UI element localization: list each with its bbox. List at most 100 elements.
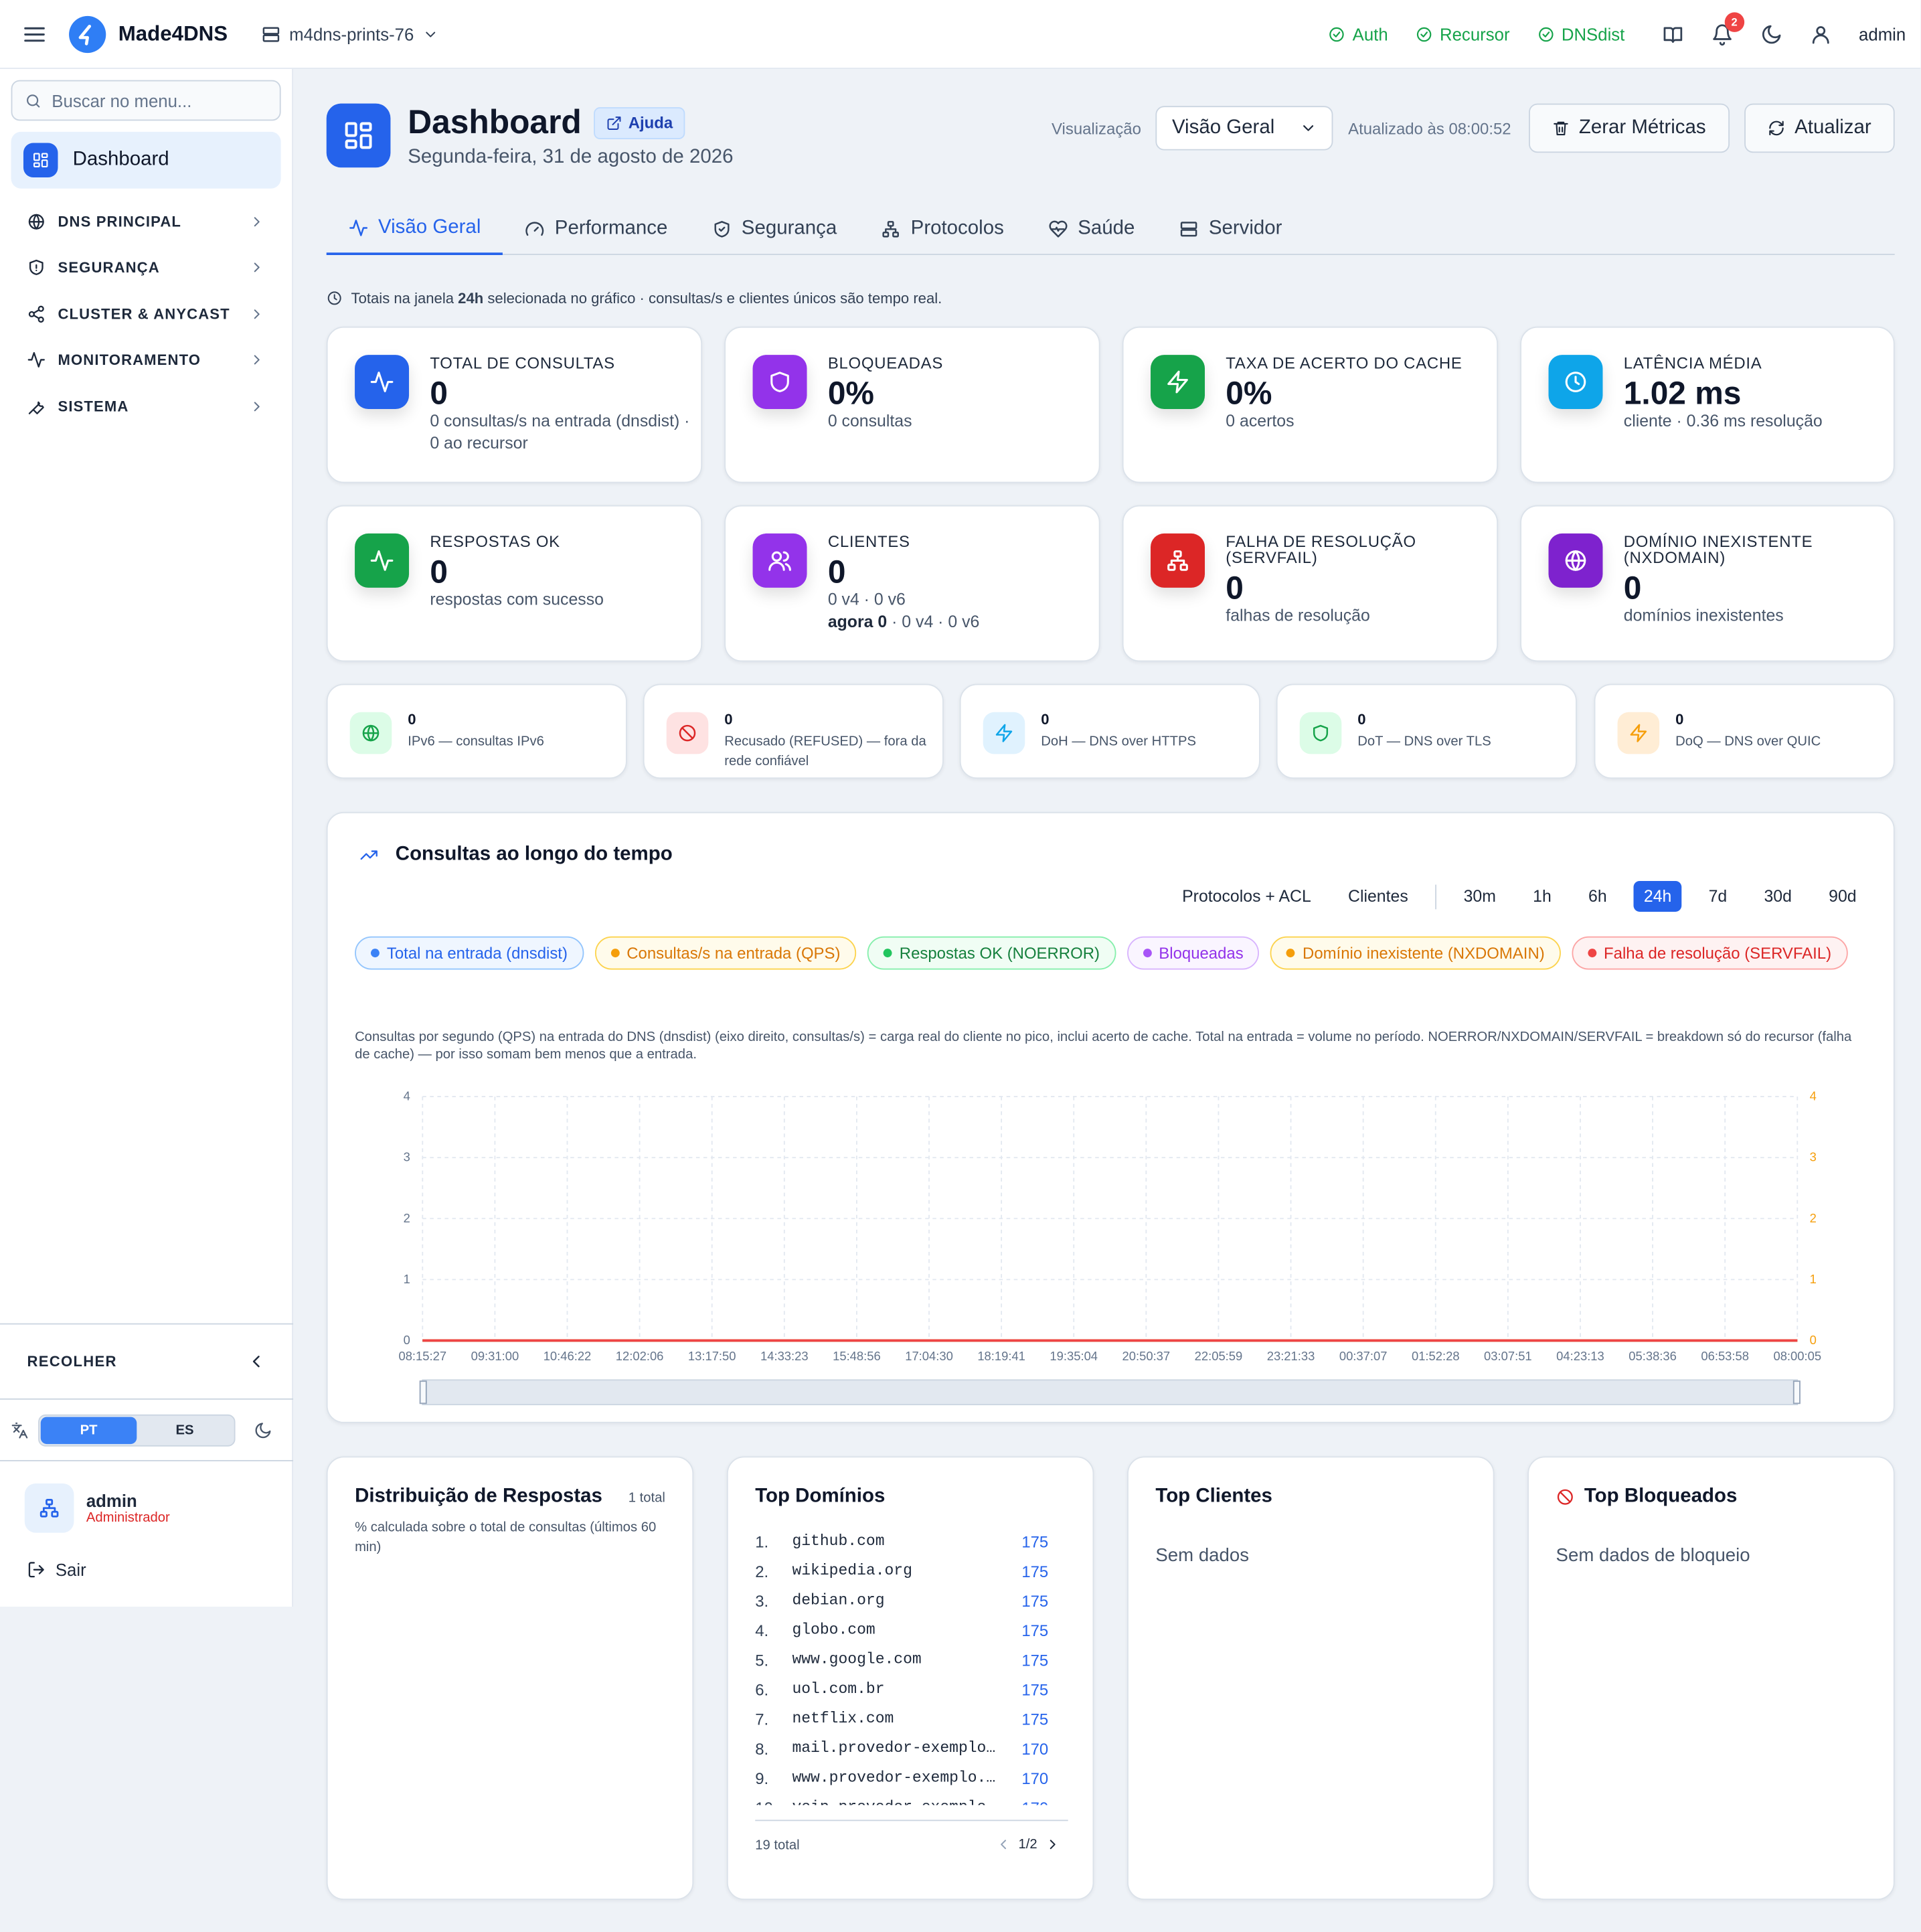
mode-clientes-button[interactable]: Clientes (1338, 881, 1418, 912)
sidebar-item-monitoramento[interactable]: MONITORAMENTO (0, 337, 292, 383)
chevron-right-icon[interactable] (1045, 1835, 1061, 1854)
line-chart[interactable]: 0 0 1 1 2 2 3 3 4 4 08:15:27 09:31:00 10:46:22 12:02:… (328, 1066, 1896, 1411)
tab-servidor[interactable]: Servidor (1157, 202, 1305, 255)
y-tick-label: 3 (404, 1150, 410, 1164)
bell-icon[interactable]: 2 (1711, 11, 1744, 46)
brand[interactable]: Made4DNS (69, 15, 228, 53)
range-6h-button[interactable]: 6h (1578, 881, 1616, 912)
list-item[interactable]: 4. globo.com 175 (755, 1615, 1066, 1645)
list-item[interactable]: 1. github.com 175 (755, 1526, 1066, 1556)
domain-name: uol.com.br (792, 1680, 885, 1698)
ban-icon (666, 712, 709, 754)
list-item[interactable]: 6. uol.com.br 175 (755, 1674, 1066, 1704)
kpi-clientes: CLIENTES 0 0 v4 · 0 v6 agora 0 · 0 v4 · … (724, 505, 1100, 662)
legend-bloqueadas[interactable]: Bloqueadas (1126, 936, 1260, 970)
y-tick-label: 0 (404, 1333, 410, 1347)
domain-name: wikipedia.org (792, 1562, 912, 1580)
collapse-sidebar-button[interactable]: RECOLHER (0, 1323, 294, 1400)
divider (755, 1820, 1068, 1822)
chevron-down-icon (422, 24, 438, 44)
help-button[interactable]: Ajuda (594, 106, 685, 139)
chevron-left-icon (246, 1352, 266, 1371)
kpi-latencia: LATÊNCIA MÉDIA 1.02 ms cliente · 0.36 ms… (1520, 326, 1895, 483)
server-selector[interactable]: m4dns-prints-76 (261, 24, 438, 44)
menu-search[interactable]: Buscar no menu... (11, 80, 281, 121)
x-tick-label: 14:33:23 (760, 1349, 809, 1363)
activity-icon (349, 219, 368, 236)
language-toggle[interactable]: PT ES (38, 1413, 236, 1446)
x-tick-label: 00:37:07 (1339, 1349, 1388, 1363)
domain-name: globo.com (792, 1621, 875, 1639)
book-icon[interactable] (1662, 23, 1684, 45)
user-card[interactable]: admin Administrador (24, 1483, 170, 1533)
x-tick-label: 05:38:36 (1628, 1349, 1677, 1363)
page-title: Dashboard (408, 103, 582, 141)
range-1h-button[interactable]: 1h (1523, 881, 1561, 912)
list-item[interactable]: 10.voip.provedor-exemplo.com.br170 (755, 1793, 1066, 1805)
sidebar-item-cluster[interactable]: CLUSTER & ANYCAST (0, 291, 292, 337)
list-item[interactable]: 7. netflix.com 175 (755, 1704, 1066, 1733)
gauge-icon (525, 221, 544, 236)
sidebar-item-dashboard[interactable]: Dashboard (11, 131, 281, 189)
range-30m-button[interactable]: 30m (1454, 881, 1506, 912)
reset-metrics-button[interactable]: Zerar Métricas (1528, 103, 1730, 153)
x-tick-label: 13:17:50 (688, 1349, 736, 1363)
logout-icon (27, 1560, 46, 1579)
page-date: Segunda-feira, 31 de agosto de 2026 (408, 147, 734, 168)
moon-icon[interactable] (1760, 23, 1782, 45)
lang-pt-button[interactable]: PT (40, 1416, 137, 1444)
tab-visao-geral[interactable]: Visão Geral (326, 202, 503, 255)
tab-performance[interactable]: Performance (503, 202, 689, 255)
logout-button[interactable]: Sair (27, 1560, 86, 1580)
range-30d-button[interactable]: 30d (1754, 881, 1802, 912)
range-7d-button[interactable]: 7d (1699, 881, 1737, 912)
tab-protocolos[interactable]: Protocolos (859, 202, 1026, 255)
view-select[interactable]: Visão Geral (1156, 106, 1334, 151)
brush-track (422, 1379, 1799, 1406)
header-controls: Visualização Visão Geral Atualizado às 0… (1052, 103, 1895, 153)
legend-noerror[interactable]: Respostas OK (NOERROR) (867, 936, 1116, 970)
rank: 3. (755, 1591, 769, 1610)
legend-total[interactable]: Total na entrada (dnsdist) (355, 936, 584, 970)
range-24h-button[interactable]: 24h (1634, 880, 1682, 912)
query-count: 175 (1021, 1709, 1049, 1728)
tab-seguranca[interactable]: Segurança (690, 202, 859, 255)
sidebar-item-sistema[interactable]: SISTEMA (0, 383, 292, 429)
list-item[interactable]: 2. wikipedia.org 175 (755, 1556, 1066, 1586)
moon-icon[interactable] (254, 1420, 272, 1439)
top-domains-total: 19 total (755, 1838, 800, 1854)
chevron-left-icon[interactable] (995, 1835, 1011, 1854)
user-name: admin (86, 1491, 137, 1511)
x-tick-label: 03:07:51 (1484, 1349, 1532, 1363)
user-icon[interactable] (1809, 23, 1831, 45)
share-icon (27, 304, 46, 323)
lang-es-button[interactable]: ES (137, 1417, 233, 1443)
service-auth-status[interactable]: Auth (1328, 24, 1388, 44)
y-tick-label: 4 (404, 1089, 410, 1103)
list-item[interactable]: 8. mail.provedor-exemplo.com.br 170 (755, 1734, 1066, 1763)
refresh-button[interactable]: Atualizar (1744, 103, 1895, 153)
list-item[interactable]: 3. debian.org 175 (755, 1586, 1066, 1615)
user-role: Administrador (86, 1510, 170, 1526)
y-tick-label: 2 (404, 1211, 410, 1225)
tab-saude[interactable]: Saúde (1026, 202, 1157, 255)
legend-qps[interactable]: Consultas/s na entrada (QPS) (594, 936, 857, 970)
range-90d-button[interactable]: 90d (1819, 881, 1866, 912)
clock-icon (327, 289, 343, 308)
list-item[interactable]: 9. www.provedor-exemplo.com.br 170 (755, 1763, 1066, 1793)
rank: 6. (755, 1680, 769, 1699)
user-name[interactable]: admin (1859, 24, 1906, 44)
brand-name: Made4DNS (118, 21, 228, 46)
legend-nxdomain[interactable]: Domínio inexistente (NXDOMAIN) (1270, 936, 1561, 970)
service-dnsdist-status[interactable]: DNSdist (1537, 24, 1624, 44)
legend-servfail[interactable]: Falha de resolução (SERVFAIL) (1572, 936, 1848, 970)
list-item[interactable]: 5. www.google.com 175 (755, 1645, 1066, 1674)
mode-protocolos-button[interactable]: Protocolos + ACL (1172, 881, 1321, 912)
menu-icon[interactable] (0, 21, 69, 46)
service-recursor-status[interactable]: Recursor (1415, 24, 1510, 44)
sidebar-item-dns-principal[interactable]: DNS PRINCIPAL (0, 198, 292, 244)
window-note: Totais na janela 24h selecionada no gráf… (327, 289, 942, 308)
language-row: PT ES (0, 1400, 294, 1461)
sidebar-item-seguranca[interactable]: SEGURANÇA (0, 244, 292, 291)
dashboard-icon (326, 103, 391, 168)
